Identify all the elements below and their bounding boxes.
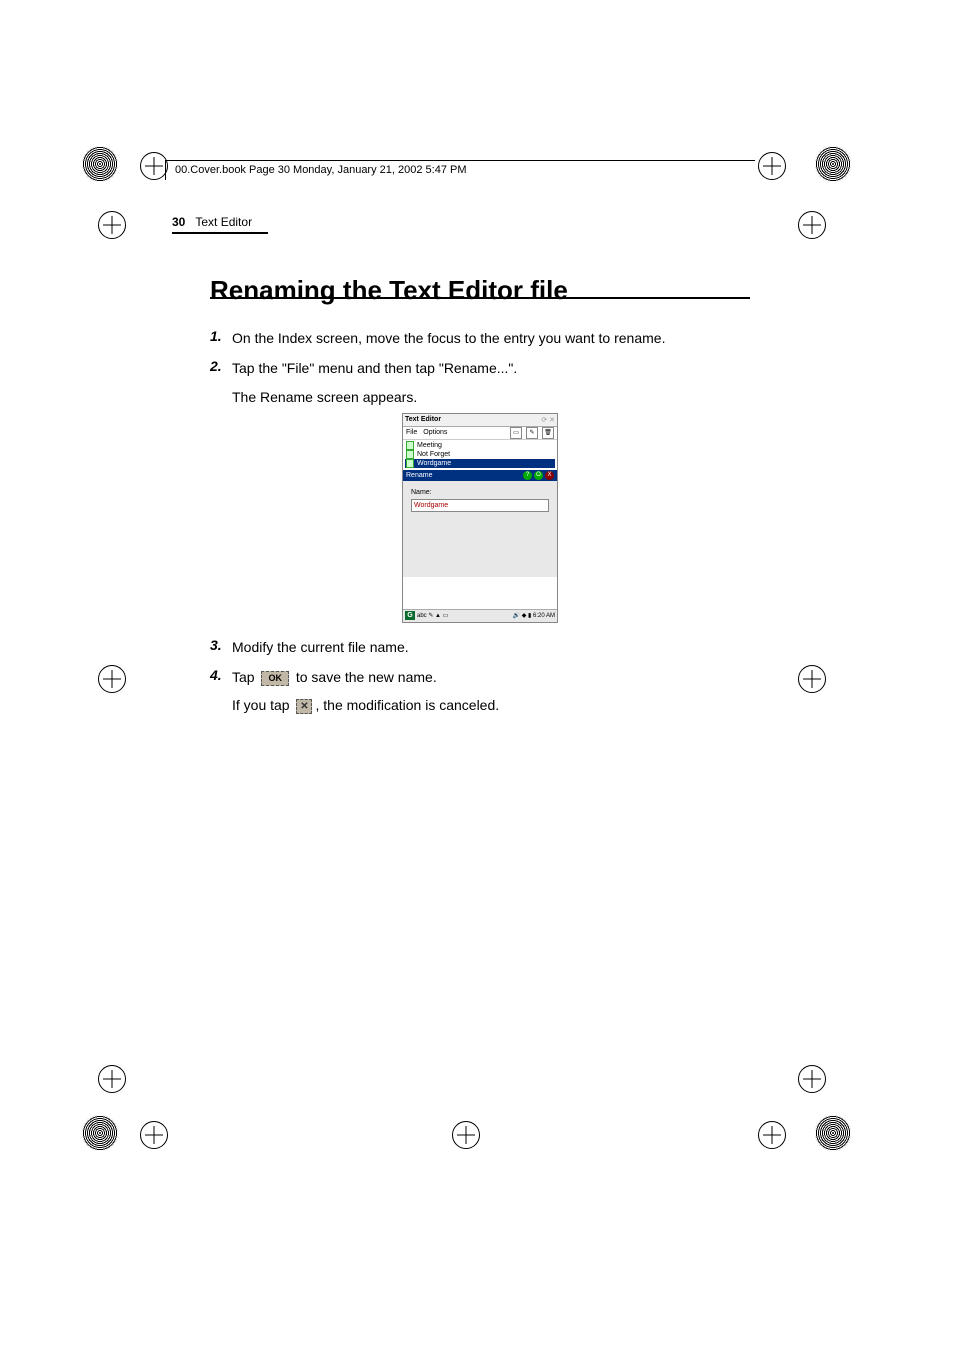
crop-cross-icon: [98, 211, 126, 239]
crop-radial-icon: [82, 146, 118, 182]
step-1: 1. On the Index screen, move the focus t…: [210, 328, 750, 348]
taskbar-icons: abc ✎ ▲ ▭: [417, 612, 448, 619]
crop-cross-icon: [798, 211, 826, 239]
menu-options: Options: [423, 429, 447, 436]
step-text-post: to save the new name.: [292, 669, 437, 685]
delete-icon: 🗑: [542, 427, 554, 439]
crop-cross-icon: [98, 1065, 126, 1093]
crop-radial-icon: [815, 1115, 851, 1151]
menu-file: File: [406, 429, 417, 436]
page-header: 30 Text Editor: [172, 215, 252, 229]
new-icon: ▭: [510, 427, 522, 439]
step-2: 2. Tap the "File" menu and then tap "Ren…: [210, 358, 750, 378]
list-item-selected: Wordgame: [405, 459, 555, 468]
step-number: 2.: [210, 358, 232, 374]
document-icon: [406, 441, 414, 450]
page-title: Renaming the Text Editor file: [210, 275, 568, 306]
step-text: Tap the "File" menu and then tap "Rename…: [232, 358, 517, 378]
subtext-pre: If you tap: [232, 697, 293, 713]
start-button: G: [405, 611, 415, 620]
rename-dialog-title: Rename: [406, 472, 432, 479]
list-item: Meeting: [405, 441, 555, 450]
step-2-subtext: The Rename screen appears.: [232, 389, 750, 405]
subtext-post: , the modification is canceled.: [315, 697, 499, 713]
step-text: Modify the current file name.: [232, 637, 409, 657]
close-icon: X: [545, 471, 554, 480]
name-label: Name:: [411, 489, 549, 496]
list-item: Not Forget: [405, 450, 555, 459]
rename-screenshot: Text Editor ⟳ ✕ File Options ▭ ✎ 🗑 Meeti…: [402, 413, 558, 623]
tray-icons: 🔊 ◆ ▮: [513, 613, 532, 619]
header-rule: [172, 232, 268, 234]
step-number: 4.: [210, 667, 232, 683]
section-name: Text Editor: [195, 215, 252, 229]
page-number: 30: [172, 215, 185, 229]
edit-icon: ✎: [526, 427, 538, 439]
steps-block: 1. On the Index screen, move the focus t…: [210, 328, 750, 722]
book-info-line: 00.Cover.book Page 30 Monday, January 21…: [175, 164, 467, 176]
crop-cross-icon: [140, 152, 168, 180]
app-title: Text Editor: [405, 416, 441, 423]
crop-cross-icon: [798, 665, 826, 693]
crop-radial-icon: [815, 146, 851, 182]
step-4: 4. Tap OK to save the new name.: [210, 667, 750, 687]
ok-icon: O: [534, 471, 543, 480]
step-text: Tap OK to save the new name.: [232, 667, 437, 687]
crop-cross-icon: [452, 1121, 480, 1149]
ok-button-inline-icon: OK: [261, 671, 289, 686]
step-4-subtext: If you tap ✕, the modification is cancel…: [232, 697, 750, 714]
step-text: On the Index screen, move the focus to t…: [232, 328, 665, 348]
crop-radial-icon: [82, 1115, 118, 1151]
name-input-value: Wordgame: [414, 502, 448, 509]
page-frame-left: [165, 160, 166, 180]
crop-cross-icon: [798, 1065, 826, 1093]
step-text-pre: Tap: [232, 669, 258, 685]
heading-rule: [210, 297, 750, 299]
titlebar-icons: ⟳ ✕: [541, 416, 555, 424]
crop-cross-icon: [98, 665, 126, 693]
crop-cross-icon: [758, 152, 786, 180]
help-icon: ?: [523, 471, 532, 480]
taskbar-time: 6:20 AM: [533, 613, 555, 619]
document-icon: [406, 459, 414, 468]
step-number: 1.: [210, 328, 232, 344]
step-number: 3.: [210, 637, 232, 653]
cancel-button-inline-icon: ✕: [296, 699, 312, 714]
name-input: Wordgame: [411, 499, 549, 512]
taskbar-right: 🔊 ◆ ▮ 6:20 AM: [513, 612, 555, 619]
step-3: 3. Modify the current file name.: [210, 637, 750, 657]
crop-cross-icon: [758, 1121, 786, 1149]
document-icon: [406, 450, 414, 459]
crop-cross-icon: [140, 1121, 168, 1149]
